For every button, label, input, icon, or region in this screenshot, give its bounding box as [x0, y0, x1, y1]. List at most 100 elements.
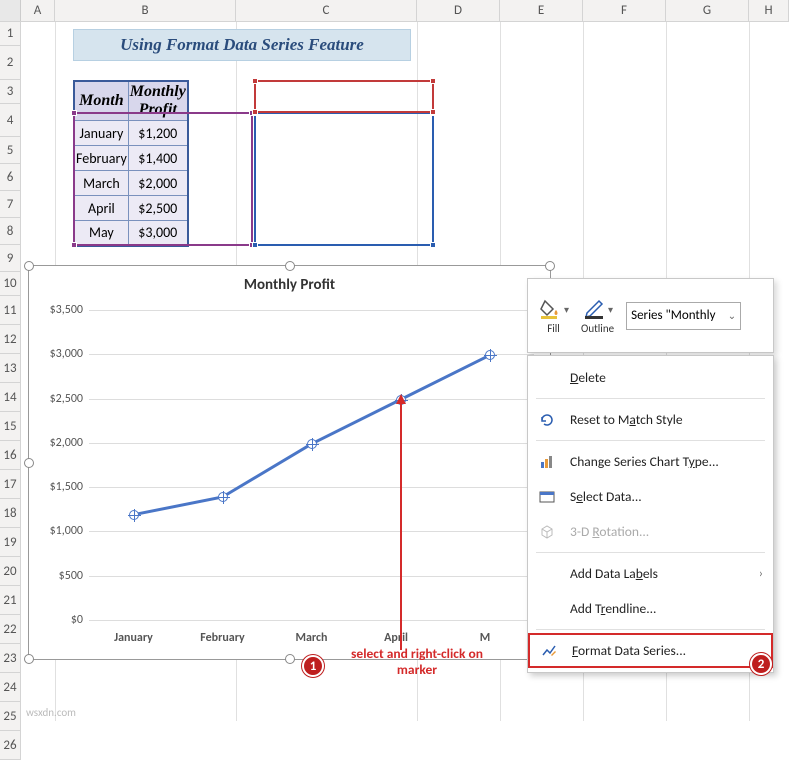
- row-header-16[interactable]: 16: [0, 441, 20, 470]
- row-header-13[interactable]: 13: [0, 354, 20, 383]
- blank-icon: [538, 600, 556, 618]
- col-header-H[interactable]: H: [749, 0, 789, 21]
- cell-profit[interactable]: $2,000: [128, 171, 188, 196]
- row-header-24[interactable]: 24: [0, 673, 20, 702]
- table-row: April$2,500: [74, 196, 188, 221]
- menu-change-chart-type[interactable]: Change Series Chart Type...: [528, 444, 773, 479]
- select-data-icon: [538, 488, 556, 506]
- row-header-19[interactable]: 19: [0, 528, 20, 557]
- chart-plot-area[interactable]: $0 $500 $1,000 $1,500 $2,000 $2,500 $3,0…: [89, 311, 534, 621]
- row-header-23[interactable]: 23: [0, 644, 20, 673]
- watermark: wsxdn.com: [26, 706, 76, 719]
- y-axis-label: $3,500: [37, 303, 83, 317]
- menu-add-data-labels[interactable]: Add Data Labels ›: [528, 556, 773, 591]
- row-header-15[interactable]: 15: [0, 412, 20, 441]
- menu-add-trendline[interactable]: Add Trendline...: [528, 591, 773, 626]
- cell-profit[interactable]: $3,000: [128, 221, 188, 246]
- row-headers: 1 2 3 4 5 6 7 8 9 10 11 12 13 14 15 16 1…: [0, 22, 21, 760]
- chart-marker[interactable]: [129, 510, 139, 520]
- chart-data-series[interactable]: [89, 311, 534, 621]
- menu-reset-match-style[interactable]: Reset to Match Style: [528, 402, 773, 437]
- context-menu: Delete Reset to Match Style Change Serie…: [527, 355, 774, 673]
- menu-delete[interactable]: Delete: [528, 360, 773, 395]
- col-header-F[interactable]: F: [583, 0, 666, 21]
- row-header-14[interactable]: 14: [0, 383, 20, 412]
- fill-label: Fill: [547, 322, 560, 335]
- cell-profit[interactable]: $1,400: [128, 146, 188, 171]
- annotation-badge-2: 2: [750, 653, 772, 675]
- series-combo[interactable]: Series "Monthly ⌄: [626, 302, 741, 330]
- y-axis-label: $3,000: [37, 347, 83, 361]
- y-axis-label: $1,500: [37, 480, 83, 494]
- row-header-7[interactable]: 7: [0, 191, 20, 218]
- outline-label: Outline: [581, 322, 614, 335]
- row-header-11[interactable]: 11: [0, 296, 20, 325]
- table-row: January$1,200: [74, 121, 188, 146]
- row-header-2[interactable]: 2: [0, 46, 20, 80]
- blank-icon: [538, 565, 556, 583]
- table-row: March$2,000: [74, 171, 188, 196]
- row-header-6[interactable]: 6: [0, 164, 20, 191]
- x-axis-label: January: [114, 631, 153, 645]
- col-header-E[interactable]: E: [500, 0, 583, 21]
- data-table: Month Monthly Profit January$1,200 Febru…: [73, 80, 189, 247]
- row-header-21[interactable]: 21: [0, 586, 20, 615]
- row-header-5[interactable]: 5: [0, 137, 20, 164]
- series-combo-text: Series "Monthly: [631, 308, 715, 323]
- cell-month[interactable]: January: [74, 121, 128, 146]
- row-header-12[interactable]: 12: [0, 325, 20, 354]
- y-axis-label: $500: [37, 569, 83, 583]
- fill-button[interactable]: ▾ Fill: [538, 297, 569, 335]
- x-axis-label: February: [200, 631, 244, 645]
- row-header-4[interactable]: 4: [0, 104, 20, 137]
- cell-profit[interactable]: $2,500: [128, 196, 188, 221]
- y-axis-label: $2,500: [37, 392, 83, 406]
- row-header-20[interactable]: 20: [0, 557, 20, 586]
- annotation-arrow: [394, 394, 408, 652]
- menu-select-data[interactable]: Select Data...: [528, 479, 773, 514]
- row-header-10[interactable]: 10: [0, 272, 20, 296]
- outline-button[interactable]: ▾ Outline: [581, 297, 614, 335]
- header-profit[interactable]: Monthly Profit: [128, 81, 188, 121]
- col-header-G[interactable]: G: [666, 0, 749, 21]
- submenu-arrow-icon: ›: [759, 567, 763, 581]
- table-row: February$1,400: [74, 146, 188, 171]
- blank-icon: [538, 369, 556, 387]
- row-header-8[interactable]: 8: [0, 218, 20, 245]
- row-header-17[interactable]: 17: [0, 470, 20, 499]
- table-row: May$3,000: [74, 221, 188, 246]
- row-header-1[interactable]: 1: [0, 22, 20, 46]
- chart-object[interactable]: Monthly Profit $0 $500 $1,000 $1,500 $2,…: [28, 265, 551, 660]
- cell-month[interactable]: May: [74, 221, 128, 246]
- cell-profit[interactable]: $1,200: [128, 121, 188, 146]
- col-header-A[interactable]: A: [21, 0, 55, 21]
- y-axis-label: $0: [37, 613, 83, 627]
- cell-month[interactable]: March: [74, 171, 128, 196]
- col-header-D[interactable]: D: [417, 0, 500, 21]
- bar-chart-icon: [538, 453, 556, 471]
- row-header-9[interactable]: 9: [0, 245, 20, 272]
- fill-bucket-icon: [538, 297, 564, 319]
- chart-marker[interactable]: [307, 439, 317, 449]
- cube-icon: [538, 523, 556, 541]
- chart-marker[interactable]: [485, 350, 495, 360]
- annotation-badge-1: 1: [302, 655, 324, 677]
- format-series-icon: [540, 642, 558, 660]
- row-header-22[interactable]: 22: [0, 615, 20, 644]
- col-header-C[interactable]: C: [236, 0, 417, 21]
- cell-month[interactable]: April: [74, 196, 128, 221]
- cell-month[interactable]: February: [74, 146, 128, 171]
- chart-marker[interactable]: [218, 492, 228, 502]
- chevron-down-icon: ⌄: [728, 309, 736, 322]
- row-header-3[interactable]: 3: [0, 80, 20, 104]
- header-month[interactable]: Month: [74, 81, 128, 121]
- row-header-25[interactable]: 25: [0, 702, 20, 731]
- column-headers: A B C D E F G H: [0, 0, 789, 22]
- x-axis-label: M: [480, 631, 491, 645]
- chart-title[interactable]: Monthly Profit: [29, 276, 550, 294]
- menu-format-data-series[interactable]: Format Data Series...: [528, 633, 773, 668]
- row-header-26[interactable]: 26: [0, 731, 20, 760]
- mini-toolbar: ▾ Fill ▾ Outline Series "Monthly ⌄: [527, 278, 774, 353]
- row-header-18[interactable]: 18: [0, 499, 20, 528]
- col-header-B[interactable]: B: [55, 0, 236, 21]
